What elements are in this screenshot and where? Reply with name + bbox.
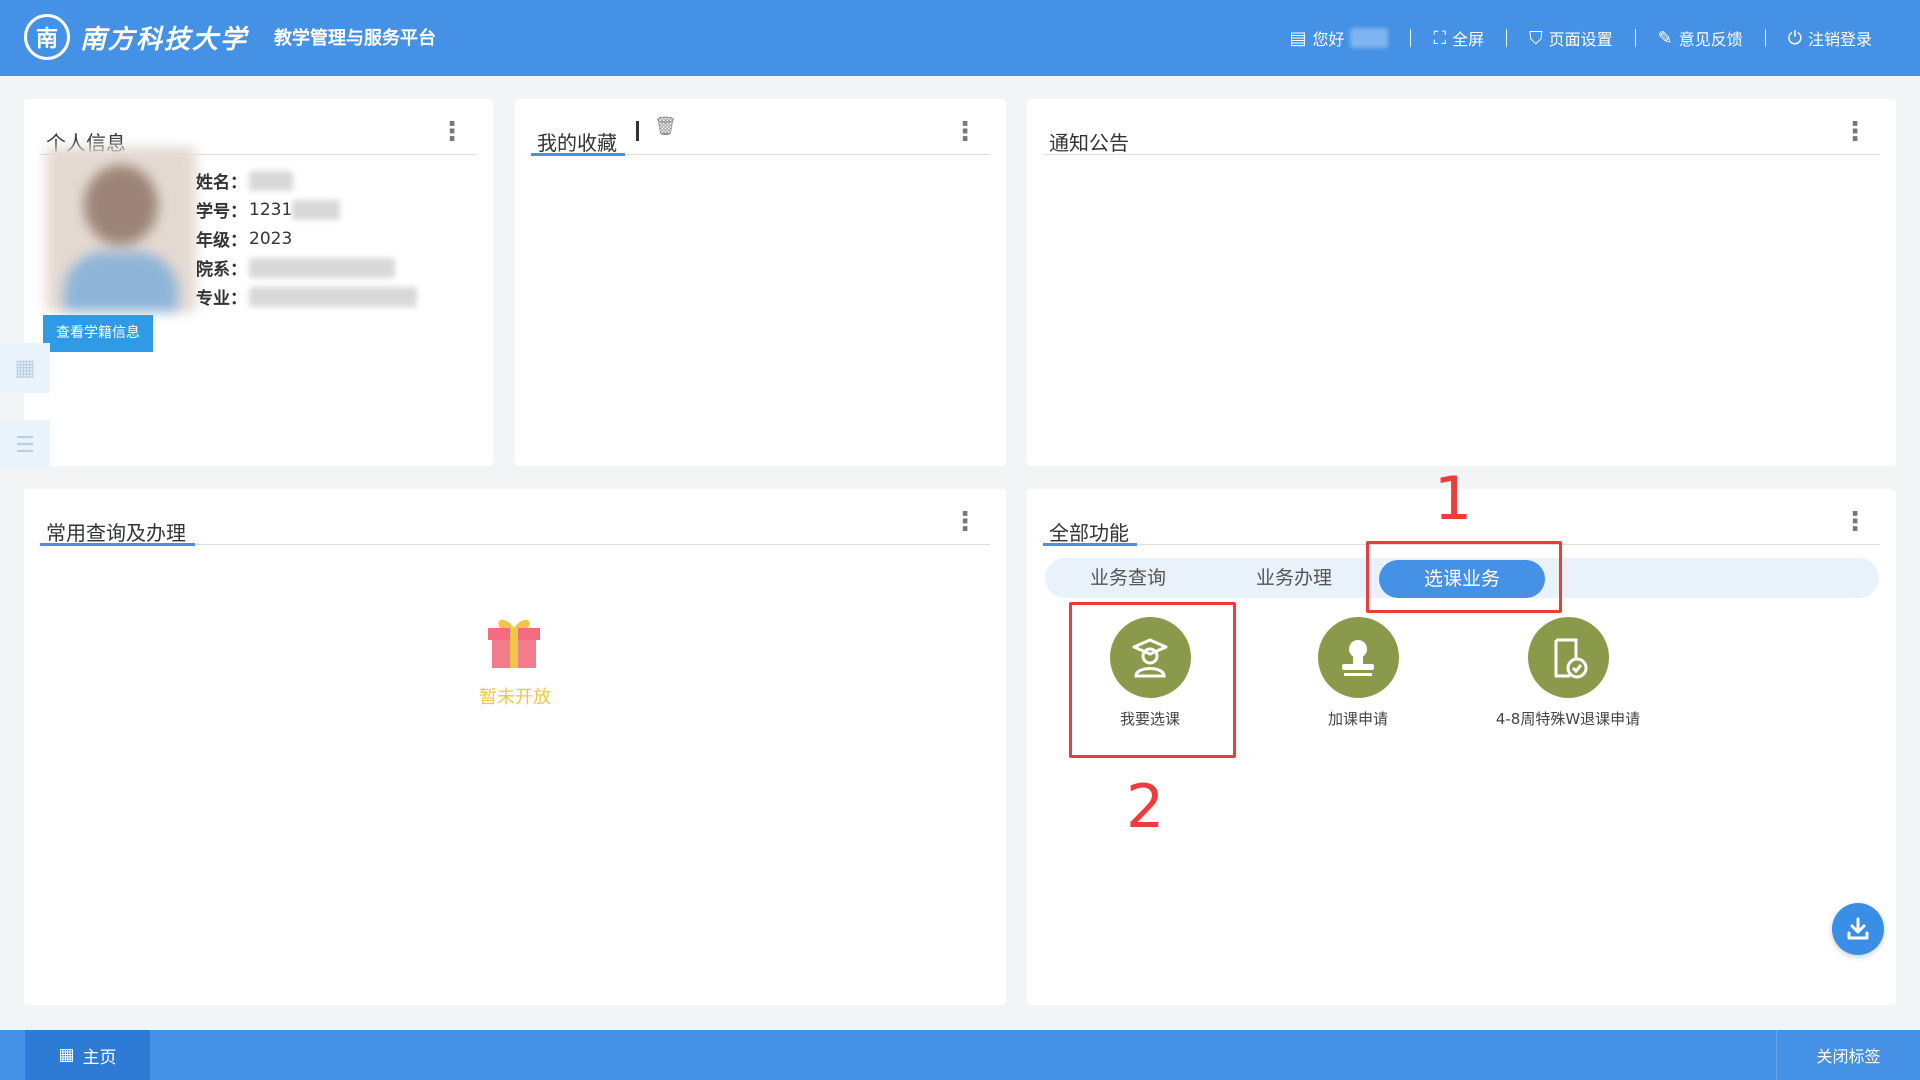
page-settings-button[interactable]: ⛉ 页面设置 [1529,26,1613,50]
university-seal-icon: 南 [24,14,70,60]
fullscreen-icon: ⛶ [1433,27,1447,49]
panel-underline [1043,154,1880,155]
document-check-icon [1527,617,1609,698]
side-calendar-tab[interactable]: ▦ [0,343,50,393]
info-row-name: 姓名： [196,166,417,195]
special-withdraw-request-item[interactable]: 4-8周特殊W退课申请 [1460,617,1676,729]
title-divider [636,121,639,141]
user-card-icon: ▤ [1289,27,1307,49]
calendar-icon: ▦ [14,355,36,381]
more-menu-icon[interactable]: ⋮ [952,119,978,145]
user-greeting[interactable]: ▤ 您好 [1289,26,1389,50]
logout-button[interactable]: ⏻ 注销登录 [1788,26,1872,50]
download-icon [1847,917,1869,940]
common-queries-panel: 常用查询及办理 ⋮ [24,489,1006,1005]
home-tab[interactable]: ▦ 主页 [25,1030,150,1080]
divider [1410,29,1412,47]
top-header: 南 南方科技大学 教学管理与服务平台 ▤ 您好 ⛶ 全屏 ⛉ 页面设置 ✎ 意见… [0,0,1920,76]
redacted-username [1350,28,1389,48]
major-label: 专业： [196,289,247,309]
info-row-dept: 院系： [196,253,417,282]
download-button[interactable] [1832,903,1884,955]
list-icon: ☰ [15,432,35,458]
feedback-button[interactable]: ✎ 意见反馈 [1658,26,1743,50]
gift-icon [488,619,540,668]
active-tab-indicator [531,153,625,156]
info-row-id: 学号： 1231 [196,195,417,224]
redacted-name [249,170,293,191]
power-icon: ⏻ [1787,27,1802,49]
favorites-panel: 我的收藏 ⋮ [515,99,1006,466]
view-enrollment-button[interactable]: 查看学籍信息 [43,315,153,352]
tab-business-query[interactable]: 业务查询 [1090,558,1166,598]
side-list-tab[interactable]: ☰ [0,420,50,470]
info-row-grade: 年级： 2023 [196,224,417,253]
more-menu-icon[interactable]: ⋮ [1842,509,1868,535]
tab-business-handling[interactable]: 业务办理 [1256,558,1332,598]
function-label: 4-8周特殊W退课申请 [1495,710,1641,728]
panel-title: 通知公告 [1049,131,1129,155]
bottom-tabbar: ▦ 主页 关闭标签 [0,1030,1920,1080]
home-label: 主页 [82,1047,117,1068]
more-menu-icon[interactable]: ⋮ [439,119,465,145]
redacted-major [249,286,417,307]
greeting-text: 您好 [1312,30,1345,49]
panel-title: 我的收藏 [537,131,617,155]
annotation-box-1 [1366,541,1562,613]
annotation-number-1: 1 [1434,464,1473,534]
info-row-major: 专业： [196,282,417,311]
trash-icon[interactable]: 🗑 [654,116,677,137]
dept-label: 院系： [196,260,247,280]
university-name: 南方科技大学 [80,24,249,55]
feedback-label: 意见反馈 [1678,30,1743,49]
id-label: 学号： [196,202,247,222]
divider [1506,29,1508,47]
close-tabs-button[interactable]: 关闭标签 [1776,1030,1920,1080]
name-label: 姓名： [196,173,247,193]
fullscreen-button[interactable]: ⛶ 全屏 [1433,26,1484,50]
divider [1634,29,1636,47]
grade-label: 年级： [196,231,247,251]
annotation-number-2: 2 [1126,772,1165,842]
annotation-box-2 [1069,602,1236,758]
not-open-text: 暂未开放 [479,687,551,708]
active-tab-indicator [40,543,195,546]
page-settings-label: 页面设置 [1548,30,1613,49]
notices-panel: 通知公告 ⋮ [1027,99,1896,466]
fullscreen-label: 全屏 [1452,30,1485,49]
shirt-icon: ⛉ [1529,27,1543,49]
header-actions: ▤ 您好 ⛶ 全屏 ⛉ 页面设置 ✎ 意见反馈 ⏻ 注销登录 [1289,0,1872,76]
redacted-id [292,199,341,220]
logout-label: 注销登录 [1807,30,1872,49]
redacted-dept [249,257,395,278]
stamp-icon [1317,617,1399,698]
logo: 南 南方科技大学 教学管理与服务平台 [24,14,436,60]
grid-icon: ▦ [58,1045,75,1065]
student-info-list: 姓名： 学号： 1231 年级： 2023 院系： 专业： [196,166,417,311]
platform-title: 教学管理与服务平台 [274,28,437,49]
edit-document-icon: ✎ [1657,27,1673,49]
function-label: 加课申请 [1327,710,1388,728]
panel-title: 全部功能 [1049,521,1129,545]
grade-value: 2023 [249,228,293,249]
divider [1764,29,1766,47]
add-course-request-item[interactable]: 加课申请 [1306,617,1410,729]
more-menu-icon[interactable]: ⋮ [1842,119,1868,145]
avatar [46,147,196,312]
active-tab-indicator [1043,543,1137,546]
id-value: 1231 [249,199,293,220]
more-menu-icon[interactable]: ⋮ [952,509,978,535]
seal-mark: 南 [35,27,58,52]
panel-title: 常用查询及办理 [46,521,186,545]
